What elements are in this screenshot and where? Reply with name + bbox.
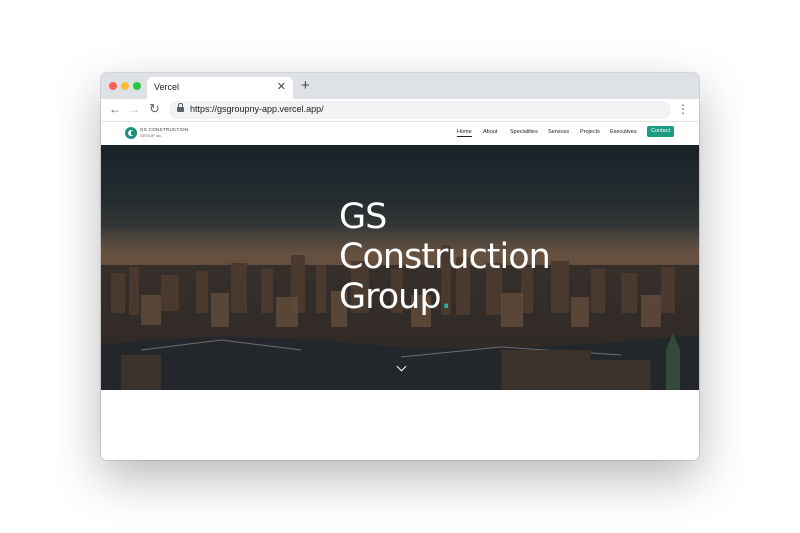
tab-title: Vercel xyxy=(154,82,180,92)
maximize-window-button[interactable] xyxy=(133,82,141,90)
nav-projects[interactable]: Projects xyxy=(580,129,600,135)
page-viewport: GS CONSTRUCTION GROUP Inc. Home About Sp… xyxy=(101,122,699,460)
site-header: GS CONSTRUCTION GROUP Inc. Home About Sp… xyxy=(101,122,699,145)
nav-services[interactable]: Services xyxy=(548,129,569,135)
nav-executives[interactable]: Executives xyxy=(610,129,637,135)
contact-button[interactable]: Contact xyxy=(647,126,674,137)
back-arrow-icon[interactable]: ← xyxy=(109,102,121,116)
hero-line-2: Construction xyxy=(339,237,551,277)
tab-bar: Vercel ✕ + xyxy=(101,73,699,99)
hero-section: GS Construction Group. xyxy=(101,145,699,390)
address-bar[interactable]: https://gsgroupny-app.vercel.app/ xyxy=(169,101,671,119)
url-text[interactable]: https://gsgroupny-app.vercel.app/ xyxy=(190,104,324,114)
minimize-window-button[interactable] xyxy=(121,82,129,90)
close-icon[interactable]: ✕ xyxy=(277,80,286,93)
hero-line-1: GS xyxy=(339,197,387,237)
reload-icon[interactable]: ↻ xyxy=(149,101,160,117)
browser-window: Vercel ✕ + ← → ↻ https://gsgroupny-app.v… xyxy=(101,73,699,460)
close-window-button[interactable] xyxy=(109,82,117,90)
nav-about[interactable]: About xyxy=(483,129,497,135)
logo-subtext: GROUP Inc. xyxy=(140,133,163,138)
site-logo[interactable]: GS CONSTRUCTION GROUP Inc. xyxy=(125,127,188,139)
content-section xyxy=(101,390,699,460)
more-menu-icon[interactable]: ⋮ xyxy=(677,102,689,116)
hero-heading: GS Construction Group. xyxy=(339,197,551,317)
nav-specialities[interactable]: Specialities xyxy=(510,129,538,135)
lock-icon xyxy=(177,103,184,113)
browser-toolbar: ← → ↻ https://gsgroupny-app.vercel.app/ … xyxy=(101,99,699,122)
logo-text: GS CONSTRUCTION xyxy=(140,127,189,132)
hero-line-3-text: Group xyxy=(339,277,442,317)
tab-vercel[interactable]: Vercel ✕ xyxy=(147,77,293,99)
hero-line-3: Group. xyxy=(339,277,550,317)
forward-arrow-icon[interactable]: → xyxy=(128,102,140,116)
logo-mark-icon xyxy=(125,127,137,139)
nav-home[interactable]: Home xyxy=(457,129,472,137)
hero-accent-dot: . xyxy=(440,277,452,317)
plus-icon[interactable]: + xyxy=(301,78,310,93)
